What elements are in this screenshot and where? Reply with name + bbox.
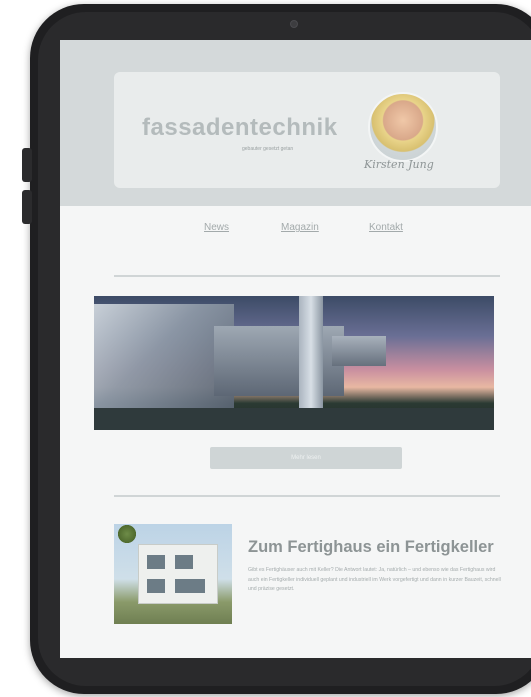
avatar (368, 92, 438, 162)
nav-item-news[interactable]: News (204, 222, 229, 233)
divider (114, 275, 500, 277)
article-image-window (175, 555, 193, 569)
signature: Kirsten Jung (364, 158, 434, 171)
article-body: Gibt es Fertighäuser auch mit Keller? Di… (248, 567, 501, 592)
hero-image[interactable] (94, 296, 494, 430)
volume-down-button (22, 190, 32, 224)
header-band: fassadentechnik gebauter gesetzt getan K… (60, 40, 531, 206)
article-image-palm (116, 524, 138, 544)
read-more-button[interactable]: Mehr lesen (210, 447, 402, 469)
nav-item-kontakt[interactable]: Kontakt (369, 222, 403, 233)
hero-building-right (332, 336, 386, 366)
newsletter-screen: fassadentechnik gebauter gesetzt getan K… (60, 40, 531, 658)
logo-tagline: gebauter gesetzt getan (242, 146, 294, 152)
article-image[interactable] (114, 524, 232, 624)
article-title[interactable]: Zum Fertighaus ein Fertigkeller (248, 538, 528, 557)
hero-building-center (214, 326, 344, 396)
volume-up-button (22, 148, 32, 182)
main-nav: News Magazin Kontakt (60, 222, 531, 242)
article-image-window (147, 555, 165, 569)
article-image-house (138, 544, 218, 604)
article-image-window (147, 579, 165, 593)
divider (114, 495, 500, 497)
camera-icon (290, 20, 298, 28)
hero-ground (94, 408, 494, 430)
logo[interactable]: fassadentechnik (142, 114, 338, 142)
article-image-window (175, 579, 205, 593)
header-card: fassadentechnik gebauter gesetzt getan K… (114, 72, 500, 188)
nav-item-magazin[interactable]: Magazin (281, 222, 319, 233)
